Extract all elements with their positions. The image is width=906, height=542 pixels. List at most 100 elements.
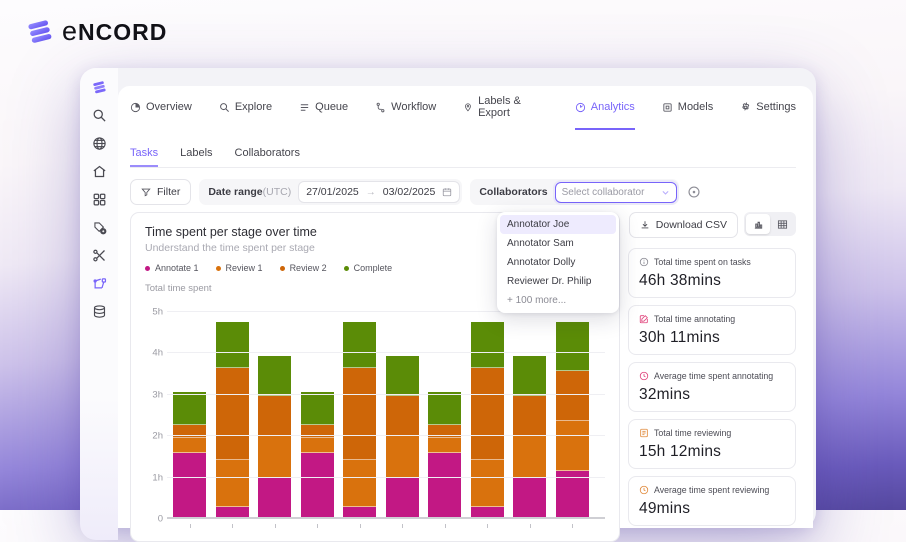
bar-segment [385,355,419,397]
bar-segment [173,438,206,453]
dropdown-option[interactable]: Annotator Dolly [500,253,616,272]
date-range-group: Date range(UTC) 27/01/2025 → 03/02/2025 [199,179,463,205]
bar-segment [173,391,206,425]
legend-dot [145,265,150,271]
bar-segment [343,459,377,507]
main-panel: Overview Explore Queue Workflow Labels &… [118,86,813,542]
bar-stack [428,391,462,528]
collaborators-group: Collaborators Select collaborator [470,179,679,205]
brand-wordmark: eencordNCORD [62,16,168,46]
stat-card-total-tasks: Total time spent on tasks 46h 38mins [628,248,796,298]
dropdown-more-indicator: + 100 more... [507,295,567,306]
date-to-value[interactable]: 03/02/2025 [383,186,436,198]
tab-settings[interactable]: Settings [740,95,796,130]
stat-label: Average time spent annotating [654,371,774,381]
x-tick [487,524,489,528]
bar-segment [258,355,292,397]
tab-overview[interactable]: Overview [130,95,192,130]
subtab-collaborators[interactable]: Collaborators [235,147,300,167]
filter-button[interactable]: Filter [130,179,192,205]
tab-label: Models [677,101,714,113]
calendar-icon[interactable] [442,187,452,197]
chart-view-button[interactable] [746,214,770,234]
tab-queue[interactable]: Queue [299,95,348,130]
bar-segment [343,322,377,368]
bar-group [173,321,589,528]
bar-segment [385,436,419,478]
encord-logo-icon[interactable] [92,80,107,95]
stat-value: 15h 12mins [639,443,722,460]
search-icon [219,102,229,112]
branch-icon [376,102,385,112]
tab-workflow[interactable]: Workflow [375,95,436,130]
bar-chart-icon [754,221,762,229]
x-tick [317,524,319,528]
download-label: Download CSV [655,219,727,231]
funnel-icon [141,188,151,197]
list-icon [300,103,309,111]
home-icon[interactable] [92,164,107,179]
dropdown-option[interactable]: Reviewer Dr. Philip [500,272,616,291]
review-doc-icon [640,428,648,438]
polygon-annotate-icon[interactable] [92,276,107,291]
stat-value: 46h 38mins [639,272,722,289]
download-csv-button[interactable]: Download CSV [628,212,738,238]
y-tick-label: 3h [152,389,163,401]
subtab-tasks[interactable]: Tasks [130,147,159,167]
legend-item: Review 1 [215,263,263,273]
pie-icon [130,102,141,112]
circle-dot-icon[interactable] [687,185,701,199]
bar-segment [428,438,462,453]
tab-analytics[interactable]: Analytics [574,95,635,130]
subtab-labels[interactable]: Labels [180,147,212,167]
stat-card-avg-annotating: Average time spent annotating 32mins [628,362,796,412]
bar-segment [215,459,249,507]
search-icon[interactable] [92,108,107,123]
bar-segment [385,396,419,437]
collaborator-dropdown: Annotator Joe Annotator Sam Annotator Do… [497,212,619,313]
date-from-value[interactable]: 27/01/2025 [306,186,359,198]
chart-toolbar: Download CSV [628,212,796,238]
tab-label: Queue [315,101,349,113]
tab-labels-export[interactable]: Labels & Export [463,95,548,130]
x-tick [572,524,574,528]
apps-grid-icon[interactable] [92,192,107,207]
clock-icon [639,485,649,495]
stat-card-avg-reviewing: Average time spent reviewing 49mins [628,476,796,526]
legend-item: Annotate 1 [145,263,199,273]
tab-models[interactable]: Models [662,95,713,130]
gridline [167,476,605,478]
globe-icon[interactable] [92,136,107,151]
tag-add-icon[interactable] [92,220,107,235]
bar-segment [470,322,504,368]
bar-stack [173,391,206,528]
bar-segment [555,470,589,519]
collaborator-select[interactable]: Select collaborator [554,181,677,203]
gridline [167,393,605,395]
bar-segment [470,367,504,460]
tab-label: Analytics [590,101,635,113]
tab-explore[interactable]: Explore [219,95,272,130]
dropdown-option[interactable]: Annotator Joe [500,215,616,234]
stat-value: 30h 11mins [639,329,720,346]
table-view-button[interactable] [770,214,794,234]
dropdown-option[interactable]: Annotator Sam [500,234,616,253]
dataset-icon[interactable] [92,304,107,319]
tab-label: Explore [234,101,273,113]
info-circle-icon [639,257,649,267]
date-range-input[interactable]: 27/01/2025 → 03/02/2025 [298,181,461,203]
filter-bar: Filter Date range(UTC) 27/01/2025 → 03/0… [130,179,796,205]
bar-segment [258,477,292,519]
stat-label: Total time annotating [654,314,736,324]
x-tick [232,524,234,528]
bar-segment [428,424,462,439]
filter-button-label: Filter [157,186,181,198]
tab-label: Workflow [391,101,437,113]
tab-label: Settings [756,101,796,113]
x-tick [189,524,191,528]
bar-segment [173,424,206,439]
y-tick-label: 2h [152,430,163,442]
automation-scissors-icon[interactable] [92,248,107,263]
bar-segment [300,438,334,453]
bar-segment [555,371,589,421]
